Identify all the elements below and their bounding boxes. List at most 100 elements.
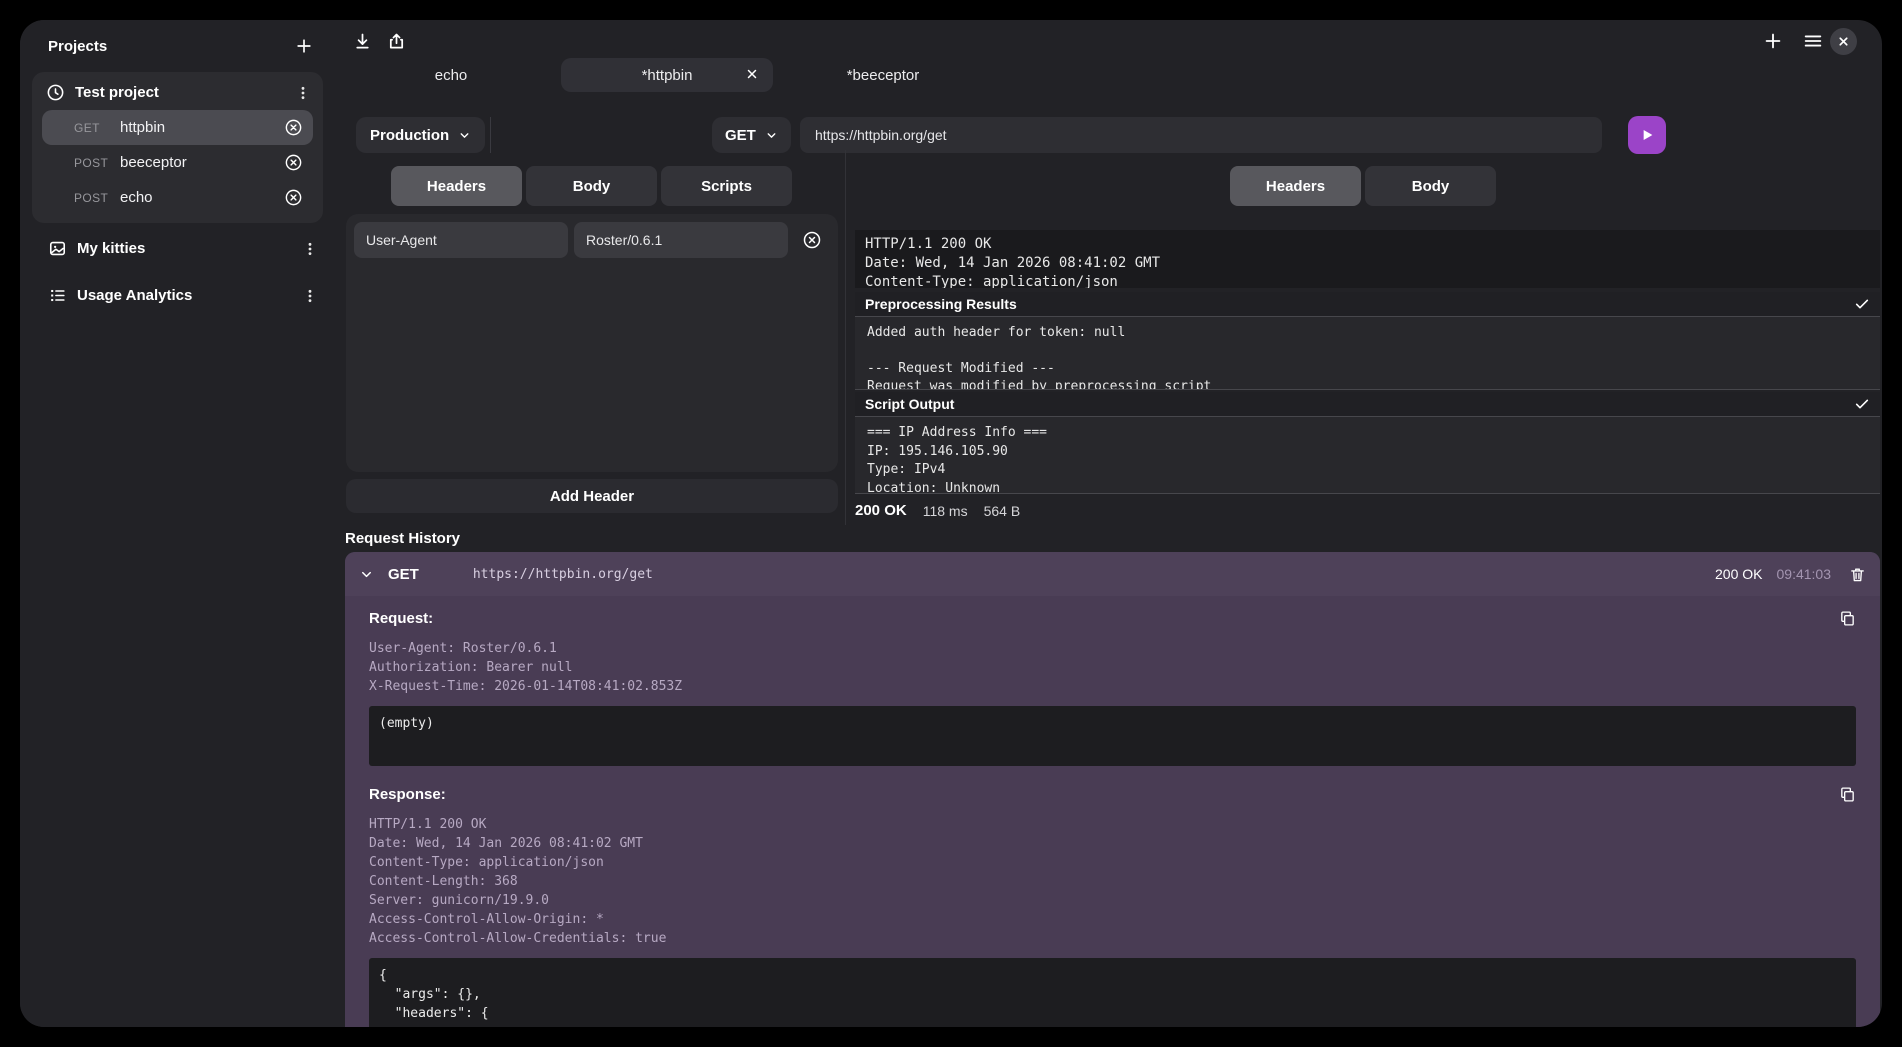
method-label: POST [74, 191, 120, 205]
hamburger-icon [1802, 30, 1824, 52]
request-name: echo [120, 189, 284, 206]
list-icon [48, 286, 67, 305]
tab-response-headers[interactable]: Headers [1230, 166, 1361, 206]
projects-title: Projects [48, 38, 107, 55]
tab-request-scripts[interactable]: Scripts [661, 166, 792, 206]
tab-response-body[interactable]: Body [1365, 166, 1496, 206]
chevron-down-icon [458, 129, 471, 142]
new-tab-button[interactable] [1762, 30, 1784, 52]
history-method: GET [388, 566, 419, 583]
trash-icon [1849, 566, 1866, 583]
clock-icon [46, 83, 65, 102]
copy-response-button[interactable] [1839, 786, 1856, 803]
preprocessing-results-bar[interactable]: Preprocessing Results [855, 292, 1880, 316]
copy-request-button[interactable] [1839, 610, 1856, 627]
circle-x-icon [284, 118, 303, 137]
main-area: echo *httpbin *beeceptor Production GET … [330, 20, 1882, 1027]
status-size: 564 B [984, 503, 1021, 519]
sidebar-request-httpbin[interactable]: GET httpbin [42, 110, 313, 145]
history-response-body: { "args": {}, "headers": { [369, 958, 1856, 1027]
tab-request-headers[interactable]: Headers [391, 166, 522, 206]
app-window: Projects Test project GET httpbin [20, 20, 1882, 1027]
collection-menu-button[interactable] [302, 241, 318, 257]
sidebar-item-my-kitties[interactable]: My kitties [20, 227, 330, 270]
close-window-button[interactable] [1830, 28, 1857, 55]
history-entry-header[interactable]: GET https://httpbin.org/get 200 OK 09:41… [345, 552, 1880, 596]
header-value-input[interactable] [574, 222, 788, 258]
tab-request-body[interactable]: Body [526, 166, 657, 206]
close-icon [745, 67, 759, 81]
sidebar-request-beeceptor[interactable]: POST beeceptor [42, 145, 313, 180]
close-icon [1837, 35, 1850, 48]
history-entry: GET https://httpbin.org/get 200 OK 09:41… [345, 552, 1880, 1027]
method-label: GET [74, 121, 120, 135]
url-input[interactable] [800, 117, 1602, 153]
environment-select[interactable]: Production [356, 117, 485, 153]
export-button[interactable] [386, 31, 407, 52]
script-output-text: === IP Address Info === IP: 195.146.105.… [867, 424, 1868, 494]
method-select[interactable]: GET [712, 117, 791, 153]
close-tab-button[interactable] [745, 67, 759, 81]
add-header-button[interactable]: Add Header [346, 479, 838, 513]
circle-x-icon [284, 188, 303, 207]
tab-beeceptor[interactable]: *beeceptor [777, 58, 989, 92]
response-tabs: Headers Body [1230, 166, 1496, 206]
collection-menu-button[interactable] [302, 288, 318, 304]
sidebar-item-usage-analytics[interactable]: Usage Analytics [20, 274, 330, 317]
request-body-text: (empty) [379, 714, 1846, 733]
environment-label: Production [370, 127, 449, 144]
project-group: Test project GET httpbin POST beeceptor [32, 72, 323, 223]
request-section-label: Request: [369, 610, 433, 627]
tab-bar: echo *httpbin *beeceptor [345, 58, 989, 92]
import-button[interactable] [352, 31, 373, 52]
play-icon [1639, 127, 1655, 143]
script-output-bar[interactable]: Script Output [855, 392, 1880, 416]
history-entry-body: Request: User-Agent: Roster/0.6.1 Author… [345, 596, 1880, 1027]
method-label: GET [725, 127, 756, 144]
response-headers-view: HTTP/1.1 200 OK Date: Wed, 14 Jan 2026 0… [855, 230, 1880, 288]
plus-icon [294, 36, 314, 56]
project-group-header[interactable]: Test project [32, 72, 323, 110]
chevron-down-icon [359, 567, 374, 582]
send-request-button[interactable] [1628, 116, 1666, 154]
project-name: Test project [75, 84, 285, 101]
kebab-icon [302, 241, 318, 257]
method-label: POST [74, 156, 120, 170]
divider [490, 117, 491, 153]
history-request-body: (empty) [369, 706, 1856, 766]
response-status-row: 200 OK 118 ms 564 B [855, 502, 1020, 519]
delete-history-button[interactable] [1849, 566, 1866, 583]
kebab-icon [302, 288, 318, 304]
tab-httpbin[interactable]: *httpbin [561, 58, 773, 92]
section-title: Preprocessing Results [865, 296, 1017, 312]
remove-request-button[interactable] [284, 153, 303, 172]
tab-echo[interactable]: echo [345, 58, 557, 92]
response-section-label: Response: [369, 786, 446, 803]
collection-name: Usage Analytics [77, 287, 292, 304]
share-icon [386, 31, 407, 52]
sidebar-request-echo[interactable]: POST echo [42, 180, 313, 215]
header-key-input[interactable] [354, 222, 568, 258]
circle-x-icon [284, 153, 303, 172]
tab-label: echo [435, 67, 468, 84]
request-name: beeceptor [120, 154, 284, 171]
tab-label: Headers [427, 178, 486, 195]
tab-label: Body [573, 178, 611, 195]
menu-button[interactable] [1802, 30, 1824, 52]
circle-x-icon [802, 230, 822, 250]
plus-icon [1762, 30, 1784, 52]
remove-request-button[interactable] [284, 118, 303, 137]
remove-header-button[interactable] [802, 230, 822, 250]
tab-label: *httpbin [642, 67, 693, 84]
request-name: httpbin [120, 119, 284, 136]
chevron-down-icon [765, 129, 778, 142]
status-code: 200 OK [855, 502, 907, 519]
section-title: Script Output [865, 396, 954, 412]
project-menu-button[interactable] [295, 85, 311, 101]
image-icon [48, 239, 67, 258]
history-response-headers: HTTP/1.1 200 OK Date: Wed, 14 Jan 2026 0… [369, 815, 1856, 948]
remove-request-button[interactable] [284, 188, 303, 207]
history-request-headers: User-Agent: Roster/0.6.1 Authorization: … [369, 639, 1856, 696]
add-project-button[interactable] [294, 36, 314, 56]
sidebar: Projects Test project GET httpbin [20, 20, 330, 1027]
